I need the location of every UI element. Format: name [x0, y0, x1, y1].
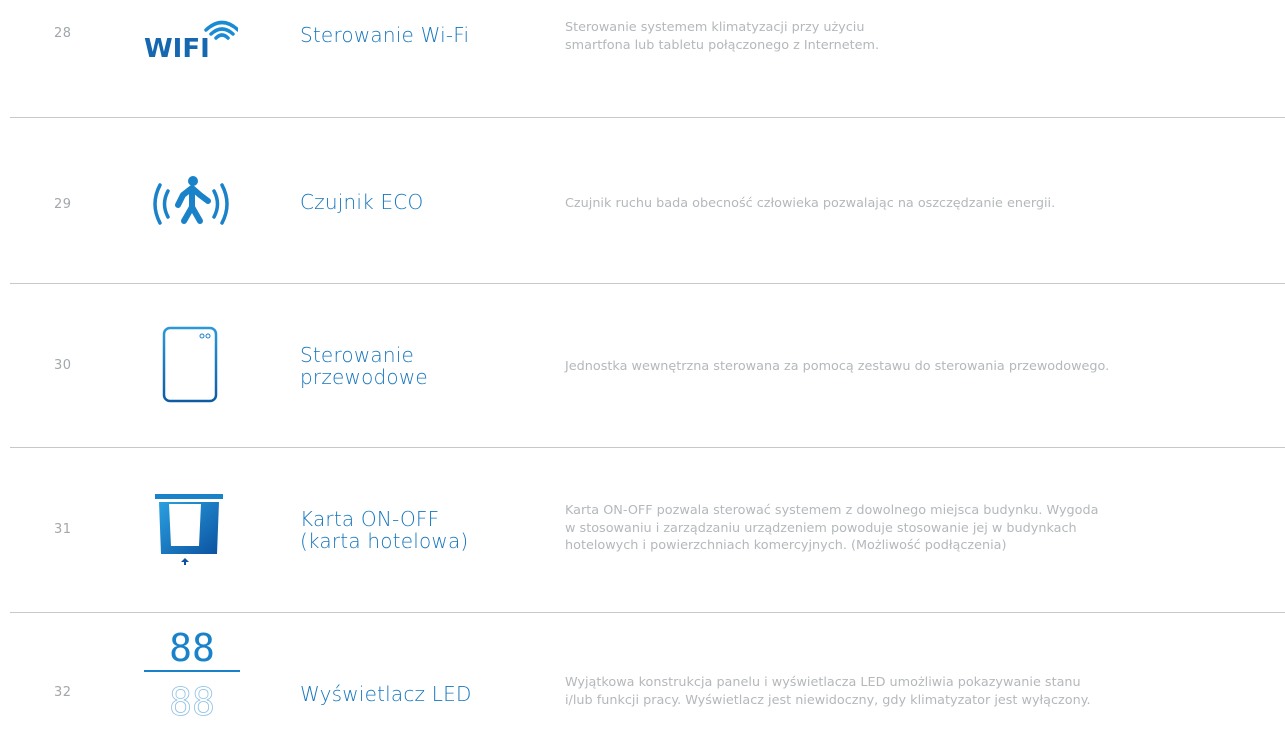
feature-description: Karta ON-OFF pozwala sterować systemem z… [565, 503, 1099, 553]
row-number: 31 [54, 522, 72, 537]
row-divider [10, 447, 1285, 448]
wifi-wordmark: WIFI [144, 34, 210, 62]
row-number: 32 [54, 685, 72, 700]
feature-title: Sterowanie Wi-Fi [300, 23, 470, 47]
row-number: 29 [54, 197, 72, 212]
row-number: 28 [54, 26, 72, 41]
row-number: 30 [54, 358, 72, 373]
wired-controller-icon [162, 326, 220, 404]
row-divider [10, 117, 1285, 118]
feature-title: Czujnik ECO [300, 190, 424, 214]
wifi-icon: WIFI [142, 12, 240, 64]
led-digits-lit: 88 [169, 626, 215, 670]
row-divider [10, 283, 1285, 284]
row-divider [10, 612, 1285, 613]
card-slot-icon [155, 494, 227, 566]
feature-description: Jednostka wewnętrzna sterowana za pomocą… [565, 359, 1110, 374]
feature-description: Wyjątkowa konstrukcja panelu i wyświetla… [565, 675, 1091, 708]
feature-title: Sterowanie przewodowe [300, 343, 428, 389]
feature-description: Czujnik ruchu bada obecność człowieka po… [565, 196, 1056, 211]
led-display-icon: 88 88 [144, 623, 240, 733]
feature-title: Karta ON-OFF (karta hotelowa) [300, 507, 469, 553]
motion-sensor-icon [148, 173, 238, 235]
led-digits-dim: 88 [169, 680, 215, 724]
feature-description: Sterowanie systemem klimatyzacji przy uż… [565, 20, 880, 53]
feature-title: Wyświetlacz LED [300, 682, 472, 706]
